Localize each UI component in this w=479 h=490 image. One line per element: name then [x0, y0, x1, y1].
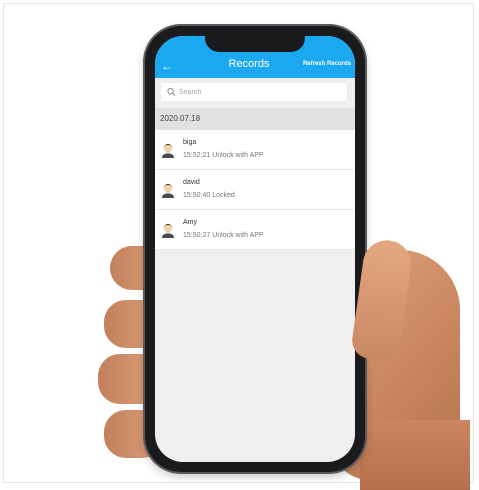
- back-arrow-icon[interactable]: ←: [161, 60, 177, 72]
- record-row[interactable]: biga 15:52:21 Unlock with APP: [155, 130, 355, 170]
- records-list: biga 15:52:21 Unlock with APP david 15:5…: [155, 130, 355, 250]
- user-avatar-icon: [162, 223, 174, 238]
- record-row[interactable]: david 15:50:40 Locked: [155, 170, 355, 210]
- record-detail: 15:50:40 Locked: [183, 192, 235, 199]
- phone-device: ← Records Refresh Records 2020.07.18: [145, 26, 365, 472]
- page-title: Records: [228, 58, 270, 70]
- search-icon: [167, 87, 176, 96]
- phone-notch: [205, 36, 305, 52]
- date-label: 2020.07.18: [160, 114, 201, 123]
- record-user-name: biga: [183, 139, 197, 146]
- search-input[interactable]: [179, 86, 339, 98]
- phone-screen: ← Records Refresh Records 2020.07.18: [155, 36, 355, 462]
- record-row[interactable]: Amy 15:50:27 Unlock with APP: [155, 210, 355, 250]
- user-avatar-icon: [162, 143, 174, 158]
- user-avatar-icon: [162, 183, 174, 198]
- date-group-header: 2020.07.18: [155, 108, 355, 130]
- record-detail: 15:50:27 Unlock with APP: [183, 232, 264, 239]
- refresh-records-button[interactable]: Refresh Records: [303, 61, 351, 67]
- hand-wrist: [360, 420, 470, 490]
- record-user-name: david: [183, 179, 200, 186]
- search-bar[interactable]: [161, 83, 347, 101]
- record-detail: 15:52:21 Unlock with APP: [183, 152, 264, 159]
- record-user-name: Amy: [183, 219, 197, 226]
